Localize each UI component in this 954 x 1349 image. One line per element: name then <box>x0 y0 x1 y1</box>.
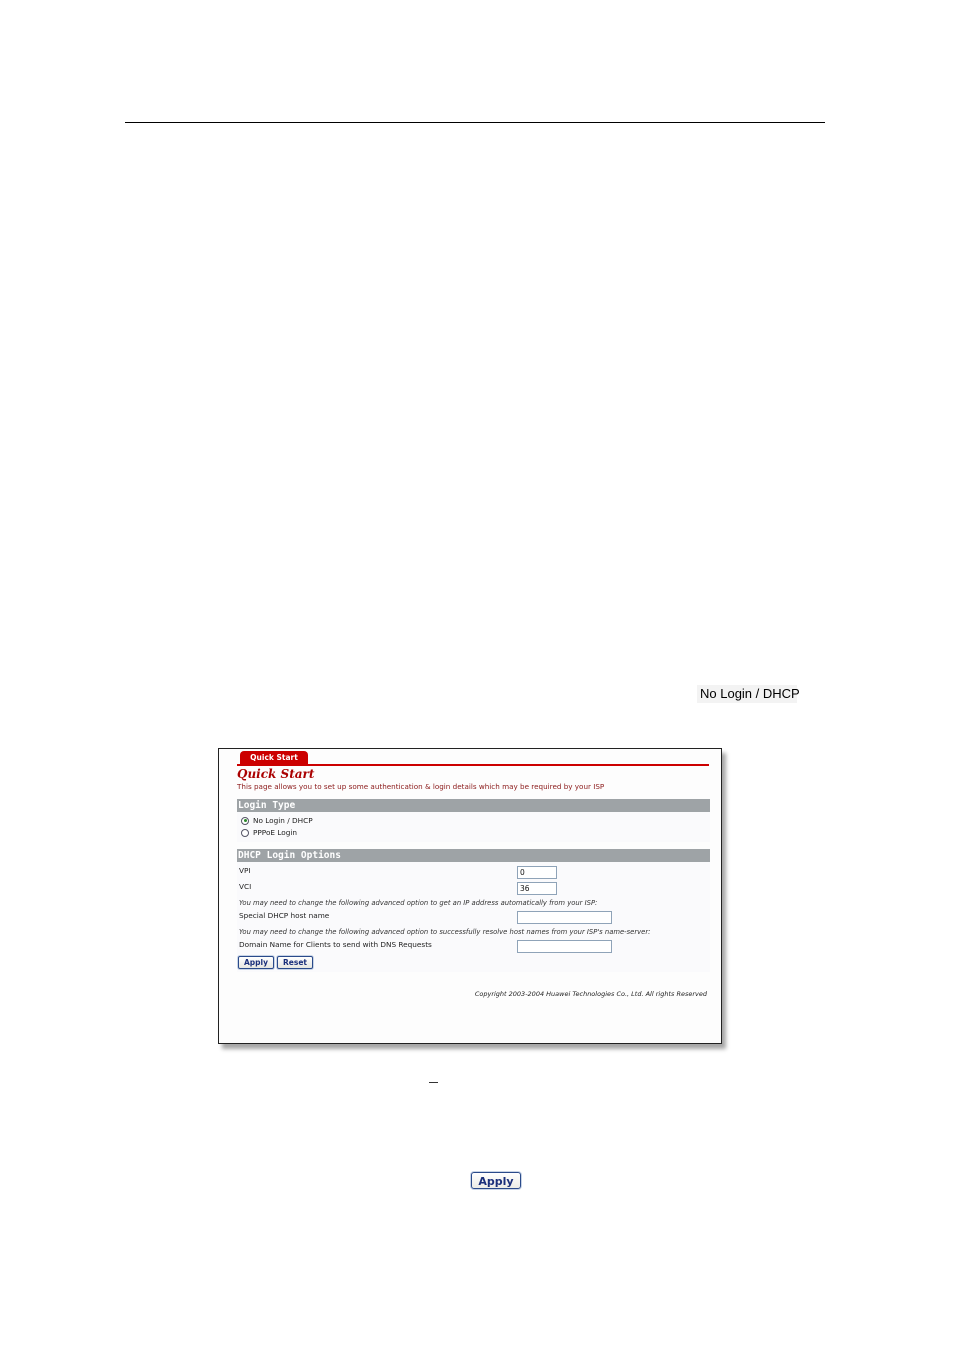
radio-no-login-dhcp[interactable]: No Login / DHCP <box>241 816 313 825</box>
radio-unchecked-icon[interactable] <box>241 828 249 837</box>
vpi-input[interactable]: 0 <box>517 866 557 879</box>
radio-label: No Login / DHCP <box>253 816 313 825</box>
dhcp-options-header: DHCP Login Options <box>237 849 710 862</box>
domain-name-input[interactable] <box>517 940 612 953</box>
copyright-text: Copyright 2003-2004 Huawei Technologies … <box>474 990 707 998</box>
radio-checked-icon[interactable] <box>241 816 249 825</box>
tab-quick-start[interactable]: Quick Start <box>240 751 308 765</box>
host-name-label: Special DHCP host name <box>239 911 330 920</box>
quick-start-screenshot: Quick Start Quick Start This page allows… <box>218 748 722 1044</box>
domain-name-label: Domain Name for Clients to send with DNS… <box>239 940 432 949</box>
radio-label: PPPoE Login <box>253 828 298 837</box>
vci-label: VCI <box>239 882 252 891</box>
apply-button-illustration[interactable]: Apply <box>471 1172 521 1189</box>
page-description: This page allows you to set up some auth… <box>237 782 605 791</box>
inline-option-label: No Login / DHCP <box>697 685 800 703</box>
tab-underline <box>237 764 709 766</box>
hint-domain-name: You may need to change the following adv… <box>239 928 651 936</box>
radio-pppoe-login[interactable]: PPPoE Login <box>241 828 297 837</box>
host-name-input[interactable] <box>517 911 612 924</box>
reset-button[interactable]: Reset <box>277 956 313 969</box>
vci-input[interactable]: 36 <box>517 882 557 895</box>
vpi-label: VPI <box>239 866 251 875</box>
header-rule <box>125 122 825 123</box>
dash-mark <box>429 1082 438 1083</box>
login-type-header: Login Type <box>237 799 710 812</box>
hint-host-name: You may need to change the following adv… <box>239 899 598 907</box>
page-title: Quick Start <box>237 767 315 781</box>
apply-button[interactable]: Apply <box>238 956 274 969</box>
